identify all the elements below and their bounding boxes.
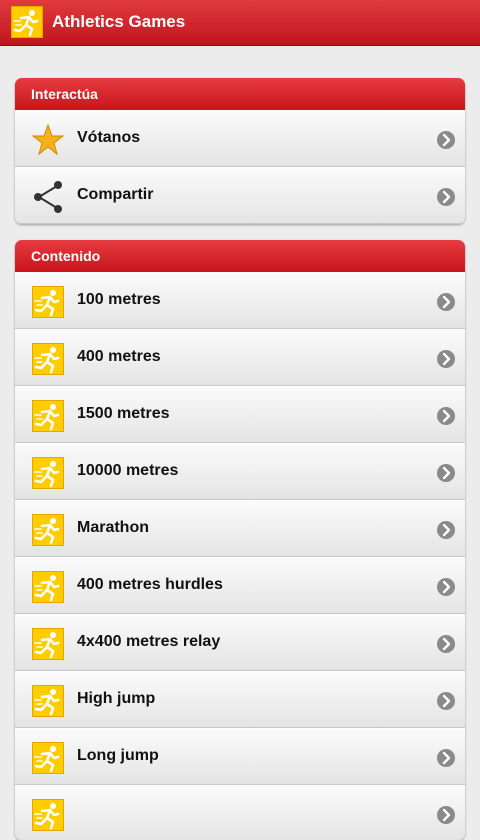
chevron-right-icon (437, 635, 455, 653)
chevron-right-icon (437, 806, 455, 824)
app-logo-runner-icon (11, 6, 43, 38)
share-icon (31, 180, 65, 214)
content-item-label: 10000 metres (77, 462, 179, 479)
vote-row[interactable]: Vótanos (15, 110, 465, 167)
content-item-label: 400 metres hurdles (77, 576, 223, 593)
runner-icon (32, 514, 64, 546)
content-item-label: High jump (77, 690, 156, 707)
content-item-label: 1500 metres (77, 405, 170, 422)
runner-icon (32, 628, 64, 660)
chevron-right-icon (437, 749, 455, 767)
content-list-item[interactable]: 400 metres hurdles (15, 557, 465, 614)
content-card: Contenido 100 metres 400 metres 1500 metre… (15, 240, 465, 840)
runner-icon (32, 343, 64, 375)
vote-label: Vótanos (77, 129, 141, 146)
content-list-item[interactable]: 100 metres (15, 272, 465, 329)
content-list-item[interactable]: Long jump (15, 728, 465, 785)
app-title: Athletics Games (52, 12, 186, 31)
content-list-item[interactable]: Marathon (15, 500, 465, 557)
runner-icon (32, 457, 64, 489)
content-item-label: 400 metres (77, 348, 161, 365)
chevron-right-icon (437, 293, 455, 311)
content-list: 100 metres 400 metres 1500 metres 10000 met… (15, 272, 465, 840)
content-item-label: Long jump (77, 747, 159, 764)
content-list-item[interactable]: 10000 metres (15, 443, 465, 500)
interact-card: Interactúa Vótanos Compartir (15, 78, 465, 224)
runner-icon (32, 286, 64, 318)
content-list-item[interactable]: 4x400 metres relay (15, 614, 465, 671)
chevron-right-icon (437, 692, 455, 710)
chevron-right-icon (437, 350, 455, 368)
chevron-right-icon (437, 578, 455, 596)
content-item-label: 4x400 metres relay (77, 633, 221, 650)
runner-icon (32, 685, 64, 717)
chevron-right-icon (437, 131, 455, 149)
chevron-right-icon (437, 464, 455, 482)
runner-icon (32, 799, 64, 831)
chevron-right-icon (437, 188, 455, 206)
content-list-item[interactable]: 1500 metres (15, 386, 465, 443)
content-list-item[interactable] (15, 785, 465, 840)
runner-icon (32, 742, 64, 774)
content-list-item[interactable]: 400 metres (15, 329, 465, 386)
chevron-right-icon (437, 407, 455, 425)
share-row[interactable]: Compartir (15, 167, 465, 224)
interact-header: Interactúa (15, 78, 465, 110)
content-item-label: 100 metres (77, 291, 161, 308)
runner-icon (32, 571, 64, 603)
app-bar: Athletics Games (0, 0, 480, 46)
runner-icon (32, 400, 64, 432)
content-list-item[interactable]: High jump (15, 671, 465, 728)
share-label: Compartir (77, 186, 154, 203)
star-icon (31, 123, 65, 157)
content-item-label: Marathon (77, 519, 149, 536)
content-header: Contenido (15, 240, 465, 272)
chevron-right-icon (437, 521, 455, 539)
